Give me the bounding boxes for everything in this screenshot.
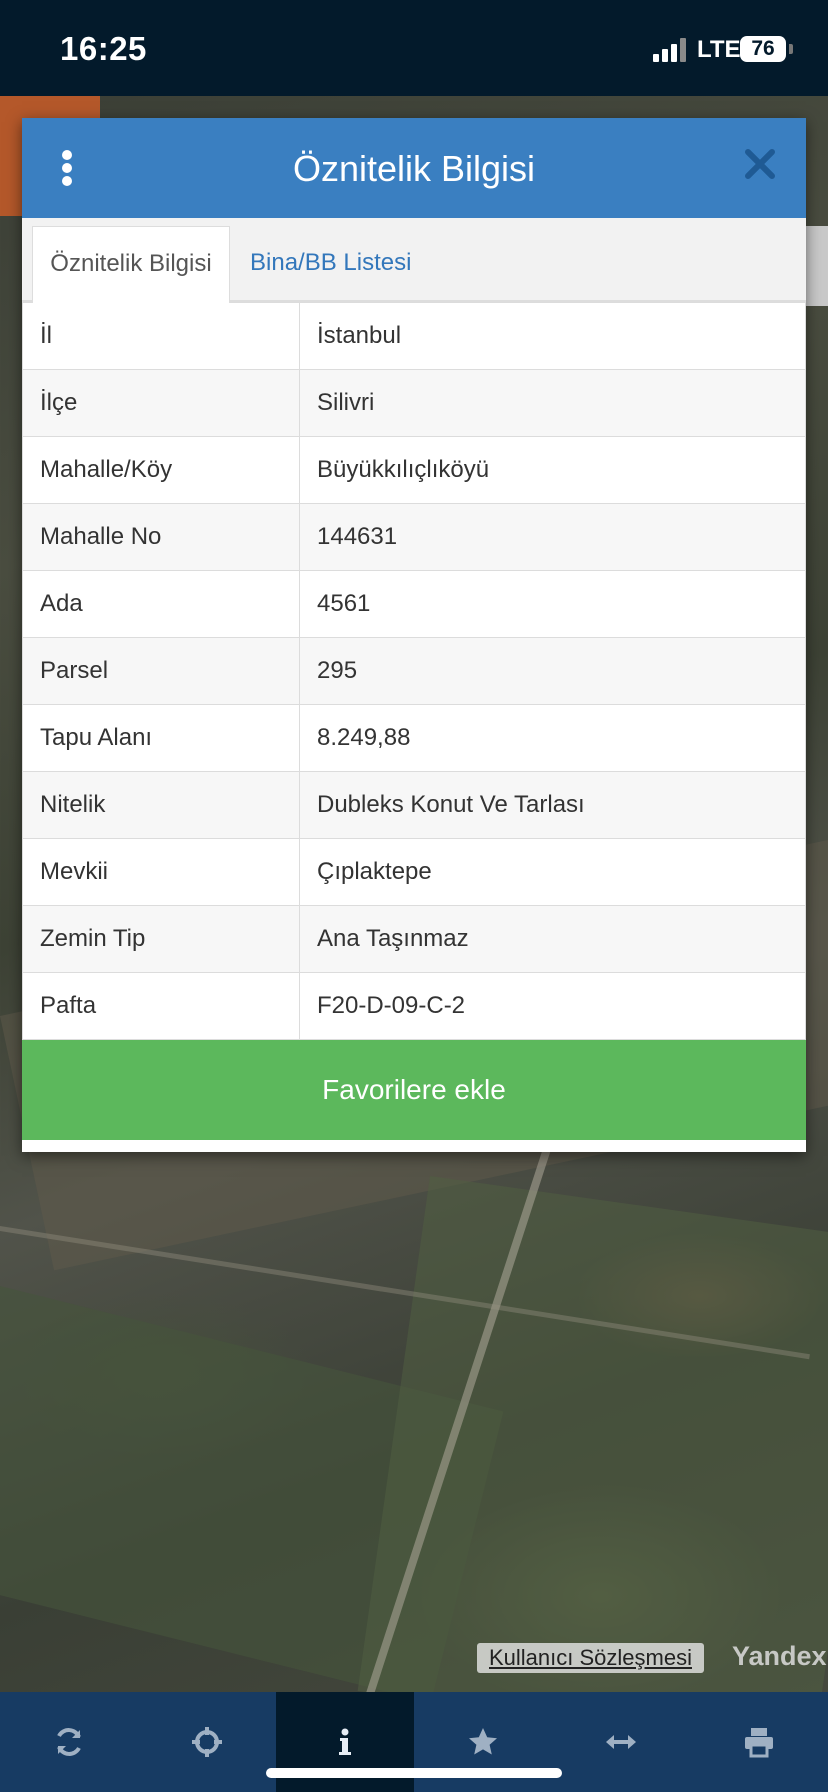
attribute-key: Mahalle No: [22, 503, 300, 571]
network-type: LTE: [697, 36, 741, 63]
attribute-key: Zemin Tip: [22, 905, 300, 973]
signal-icon: [653, 38, 687, 62]
attribute-value: Büyükkılıçlıköyü: [299, 436, 806, 504]
close-icon: [745, 149, 775, 179]
tab-building-list[interactable]: Bina/BB Listesi: [250, 226, 411, 300]
crosshair-icon: [192, 1727, 222, 1757]
attribute-key: Nitelik: [22, 771, 300, 839]
table-row: İlçe Silivri: [22, 369, 806, 437]
dialog-title: Öznitelik Bilgisi: [292, 148, 536, 189]
measure-icon: [606, 1735, 636, 1749]
attribute-key: Mevkii: [22, 838, 300, 906]
attribute-key: Pafta: [22, 972, 300, 1040]
refresh-button[interactable]: [0, 1692, 138, 1792]
attribute-key: İlçe: [22, 369, 300, 437]
attribute-value: 8.249,88: [299, 704, 806, 772]
attribute-key: Mahalle/Köy: [22, 436, 300, 504]
attribute-key: Tapu Alanı: [22, 704, 300, 772]
table-row: Pafta F20-D-09-C-2: [22, 972, 806, 1040]
attribute-value: Silivri: [299, 369, 806, 437]
attribute-info-dialog: Öznitelik Bilgisi Öznitelik Bilgisi Bina…: [22, 118, 806, 1152]
attribute-value: Çıplaktepe: [299, 838, 806, 906]
battery-icon: 76: [740, 36, 786, 62]
table-row: Parsel 295: [22, 637, 806, 705]
attribute-value: 4561: [299, 570, 806, 638]
dialog-header: Öznitelik Bilgisi: [22, 118, 806, 218]
attribute-table: İl İstanbul İlçe Silivri Mahalle/Köy Büyükkıl…: [22, 302, 806, 1040]
table-row: Nitelik Dubleks Konut Ve Tarlası: [22, 771, 806, 839]
table-row: Mevkii Çıplaktepe: [22, 838, 806, 906]
info-icon: [339, 1728, 351, 1755]
print-icon: [745, 1728, 773, 1758]
attribute-value: İstanbul: [299, 302, 806, 370]
star-icon: [469, 1728, 497, 1755]
tab-attribute-info[interactable]: Öznitelik Bilgisi: [32, 226, 230, 303]
status-bar: 16:25 LTE 76: [0, 0, 828, 96]
map-field: [357, 1176, 828, 1692]
add-to-favorites-button[interactable]: Favorilere ekle: [22, 1040, 806, 1140]
attribute-key: İl: [22, 302, 300, 370]
attribute-value: 144631: [299, 503, 806, 571]
locate-button[interactable]: [138, 1692, 276, 1792]
table-row: Zemin Tip Ana Taşınmaz: [22, 905, 806, 973]
measure-button[interactable]: [552, 1692, 690, 1792]
table-row: Mahalle No 144631: [22, 503, 806, 571]
status-time: 16:25: [60, 30, 147, 67]
attribute-key: Ada: [22, 570, 300, 638]
table-row: İl İstanbul: [22, 302, 806, 370]
print-button[interactable]: [690, 1692, 828, 1792]
table-row: Tapu Alanı 8.249,88: [22, 704, 806, 772]
attribute-value: 295: [299, 637, 806, 705]
refresh-icon: [57, 1728, 81, 1756]
attribute-value: Dubleks Konut Ve Tarlası: [299, 771, 806, 839]
battery-tip: [789, 44, 793, 54]
user-agreement-link[interactable]: Kullanıcı Sözleşmesi: [477, 1643, 704, 1673]
attribute-value: F20-D-09-C-2: [299, 972, 806, 1040]
map-edge-marker: [806, 226, 828, 306]
close-button[interactable]: [740, 144, 780, 184]
home-indicator: [266, 1768, 562, 1778]
table-row: Ada 4561: [22, 570, 806, 638]
table-row: Mahalle/Köy Büyükkılıçlıköyü: [22, 436, 806, 504]
dialog-tabs: Öznitelik Bilgisi Bina/BB Listesi: [22, 218, 806, 303]
attribute-value: Ana Taşınmaz: [299, 905, 806, 973]
map-provider-logo: Yandex: [732, 1641, 827, 1671]
attribute-key: Parsel: [22, 637, 300, 705]
